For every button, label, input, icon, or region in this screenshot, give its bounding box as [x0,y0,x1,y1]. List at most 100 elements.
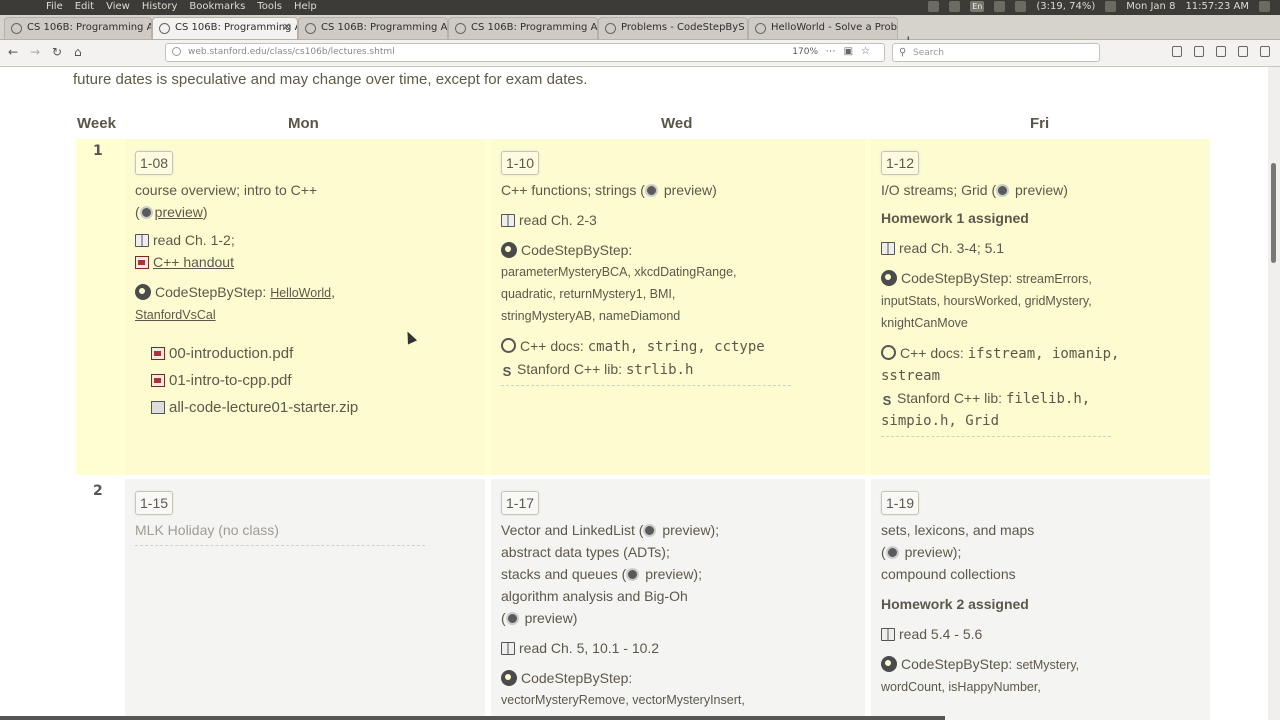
topic-text: sets, lexicons, and maps [881,522,1035,538]
preview-link[interactable]: preview); [645,566,702,582]
zoom-level[interactable]: 170% [792,47,818,57]
tab-cs106b-active[interactable]: CS 106B: Programming A ✕ [152,17,298,39]
battery-icon[interactable] [1015,1,1027,12]
homework-assigned[interactable]: Homework 2 assigned [881,593,1200,615]
docs-links[interactable]: cmath, string, cctype [588,339,765,355]
problem-link[interactable]: HelloWorld [270,286,331,300]
wifi-icon[interactable] [949,1,961,12]
handout-line: C++ handout [135,251,475,273]
home-icon[interactable]: ⌂ [74,45,82,59]
tab-helloworld[interactable]: HelloWorld - Solve a Prob [748,17,898,39]
docs-line: C++ docs: ifstream, iomanip, [881,342,1200,365]
menu-bookmarks[interactable]: Bookmarks [189,1,245,12]
search-input[interactable]: ⚲ Search [892,43,1100,62]
vertical-scrollbar[interactable] [1268,67,1280,720]
page-actions-icon[interactable]: ⋯▣☆ [826,46,878,57]
zip-icon [151,401,165,414]
tab-cs106b-4[interactable]: CS 106B: Programming A [448,17,598,39]
docs-links[interactable]: ifstream, iomanip, [968,346,1120,362]
menu-edit[interactable]: Edit [75,1,94,12]
week-1-row: 1 1-08 course overview; intro to C++ (pr… [75,139,1210,475]
pdf-icon [151,374,165,387]
reading-line: read Ch. 3-4; 5.1 [881,237,1200,259]
lib-links[interactable]: strlib.h [626,362,693,378]
problem-links[interactable]: stringMysteryAB, nameDiamond [501,305,855,327]
stanford-lib-icon: S [502,364,512,379]
file-name[interactable]: 00-introduction.pdf [169,345,293,362]
preview-link[interactable]: preview [155,204,203,220]
docs-links[interactable]: sstream [881,365,1200,387]
bluetooth-icon[interactable] [994,1,1006,12]
reading-text: read Ch. 5, 10.1 - 10.2 [519,640,660,656]
address-bar[interactable]: web.stanford.edu/class/cs106b/lectures.s… [165,43,885,62]
divider [881,436,1111,437]
site-info-icon[interactable] [172,47,181,56]
file-name[interactable]: 01-intro-to-cpp.pdf [169,372,292,389]
url-text[interactable]: web.stanford.edu/class/cs106b/lectures.s… [188,47,395,57]
input-method-indicator[interactable]: En [970,1,985,12]
problem-links[interactable]: wordCount, isHappyNumber, [881,676,1200,698]
tab-label: HelloWorld - Solve a Prob [771,22,897,33]
preview-link[interactable]: preview); [905,544,962,560]
dropbox-icon[interactable] [928,1,940,12]
battery-status: (3:19, 74%) [1036,1,1096,12]
problem-links[interactable]: vectorMysteryRemove, vectorMysteryInsert… [501,689,855,711]
problem-links[interactable]: inputStats, hoursWorked, gridMystery, [881,290,1200,312]
tab-cs106b-3[interactable]: CS 106B: Programming A [298,17,448,39]
clock-time[interactable]: 11:57:23 AM [1185,1,1249,12]
clock-date[interactable]: Mon Jan 8 [1126,1,1175,12]
tab-cs106b-1[interactable]: CS 106B: Programming A [4,17,152,39]
back-arrow-icon[interactable]: ← [8,45,18,59]
handout-link[interactable]: C++ handout [153,254,234,270]
close-tab-icon[interactable]: ✕ [283,22,291,33]
lib-links[interactable]: simpio.h, Grid [881,410,1200,432]
menu-history[interactable]: History [142,1,178,12]
volume-icon[interactable] [1105,1,1117,12]
adblock-icon[interactable] [1194,46,1204,57]
lecture-date: 1-08 [135,151,174,175]
file-name[interactable]: all-code-lecture01-starter.zip [169,399,358,416]
library-icon[interactable] [1172,46,1182,57]
video-icon [505,612,519,625]
preview-link[interactable]: preview) [1015,182,1068,198]
problem-link[interactable]: StanfordVsCal [135,304,475,326]
menu-tools[interactable]: Tools [257,1,282,12]
lib-line: S Stanford C++ lib: filelib.h, [881,387,1200,410]
reload-icon[interactable]: ↻ [52,45,62,59]
preview-link[interactable]: preview) [664,182,717,198]
problem-links[interactable]: parameterMysteryBCA, xkcdDatingRange, [501,261,855,283]
search-icon: ⚲ [899,47,907,58]
power-icon[interactable] [1259,1,1270,12]
lecture-date: 1-10 [501,151,540,175]
menu-icon[interactable] [1260,46,1270,57]
topic-text: stacks and queues ( [501,566,627,582]
codestepbystep-label: CodeStepByStep: [521,242,633,258]
scrollbar-thumb[interactable] [1271,163,1276,263]
horizontal-scrollbar[interactable] [0,716,945,720]
topic-text: abstract data types (ADTs); [501,544,670,560]
preview-link[interactable]: preview) [525,610,578,626]
problem-link[interactable]: setMystery, [1016,658,1079,672]
week1-wed-cell: 1-10 C++ functions; strings ( preview) r… [491,139,865,475]
preview-link[interactable]: preview); [662,522,719,538]
forward-arrow-icon[interactable]: → [30,45,40,59]
problem-links[interactable]: quadratic, returnMystery1, BMI, [501,283,855,305]
tab-codestepbystep-problems[interactable]: Problems - CodeStepByS [598,17,748,39]
problem-links[interactable]: knightCanMove [881,312,1200,334]
lib-line: S Stanford C++ lib: strlib.h [501,358,855,381]
screenshot-icon[interactable] [1238,46,1248,57]
file-item[interactable]: 00-introduction.pdf [151,340,475,367]
menu-view[interactable]: View [106,1,130,12]
homework-assigned[interactable]: Homework 1 assigned [881,207,1200,229]
video-icon [139,206,153,219]
menu-help[interactable]: Help [294,1,317,12]
lecture-title-line: I/O streams; Grid ( preview) [881,179,1200,201]
file-item[interactable]: all-code-lecture01-starter.zip [151,394,475,421]
search-placeholder: Search [913,48,944,58]
file-item[interactable]: 01-intro-to-cpp.pdf [151,367,475,394]
lib-links[interactable]: filelib.h, [1006,391,1090,407]
sidebar-icon[interactable] [1216,46,1226,57]
problem-link[interactable]: streamErrors, [1016,272,1092,286]
codestepbystep-label: CodeStepByStep: [521,670,633,686]
menu-file[interactable]: File [46,1,63,12]
